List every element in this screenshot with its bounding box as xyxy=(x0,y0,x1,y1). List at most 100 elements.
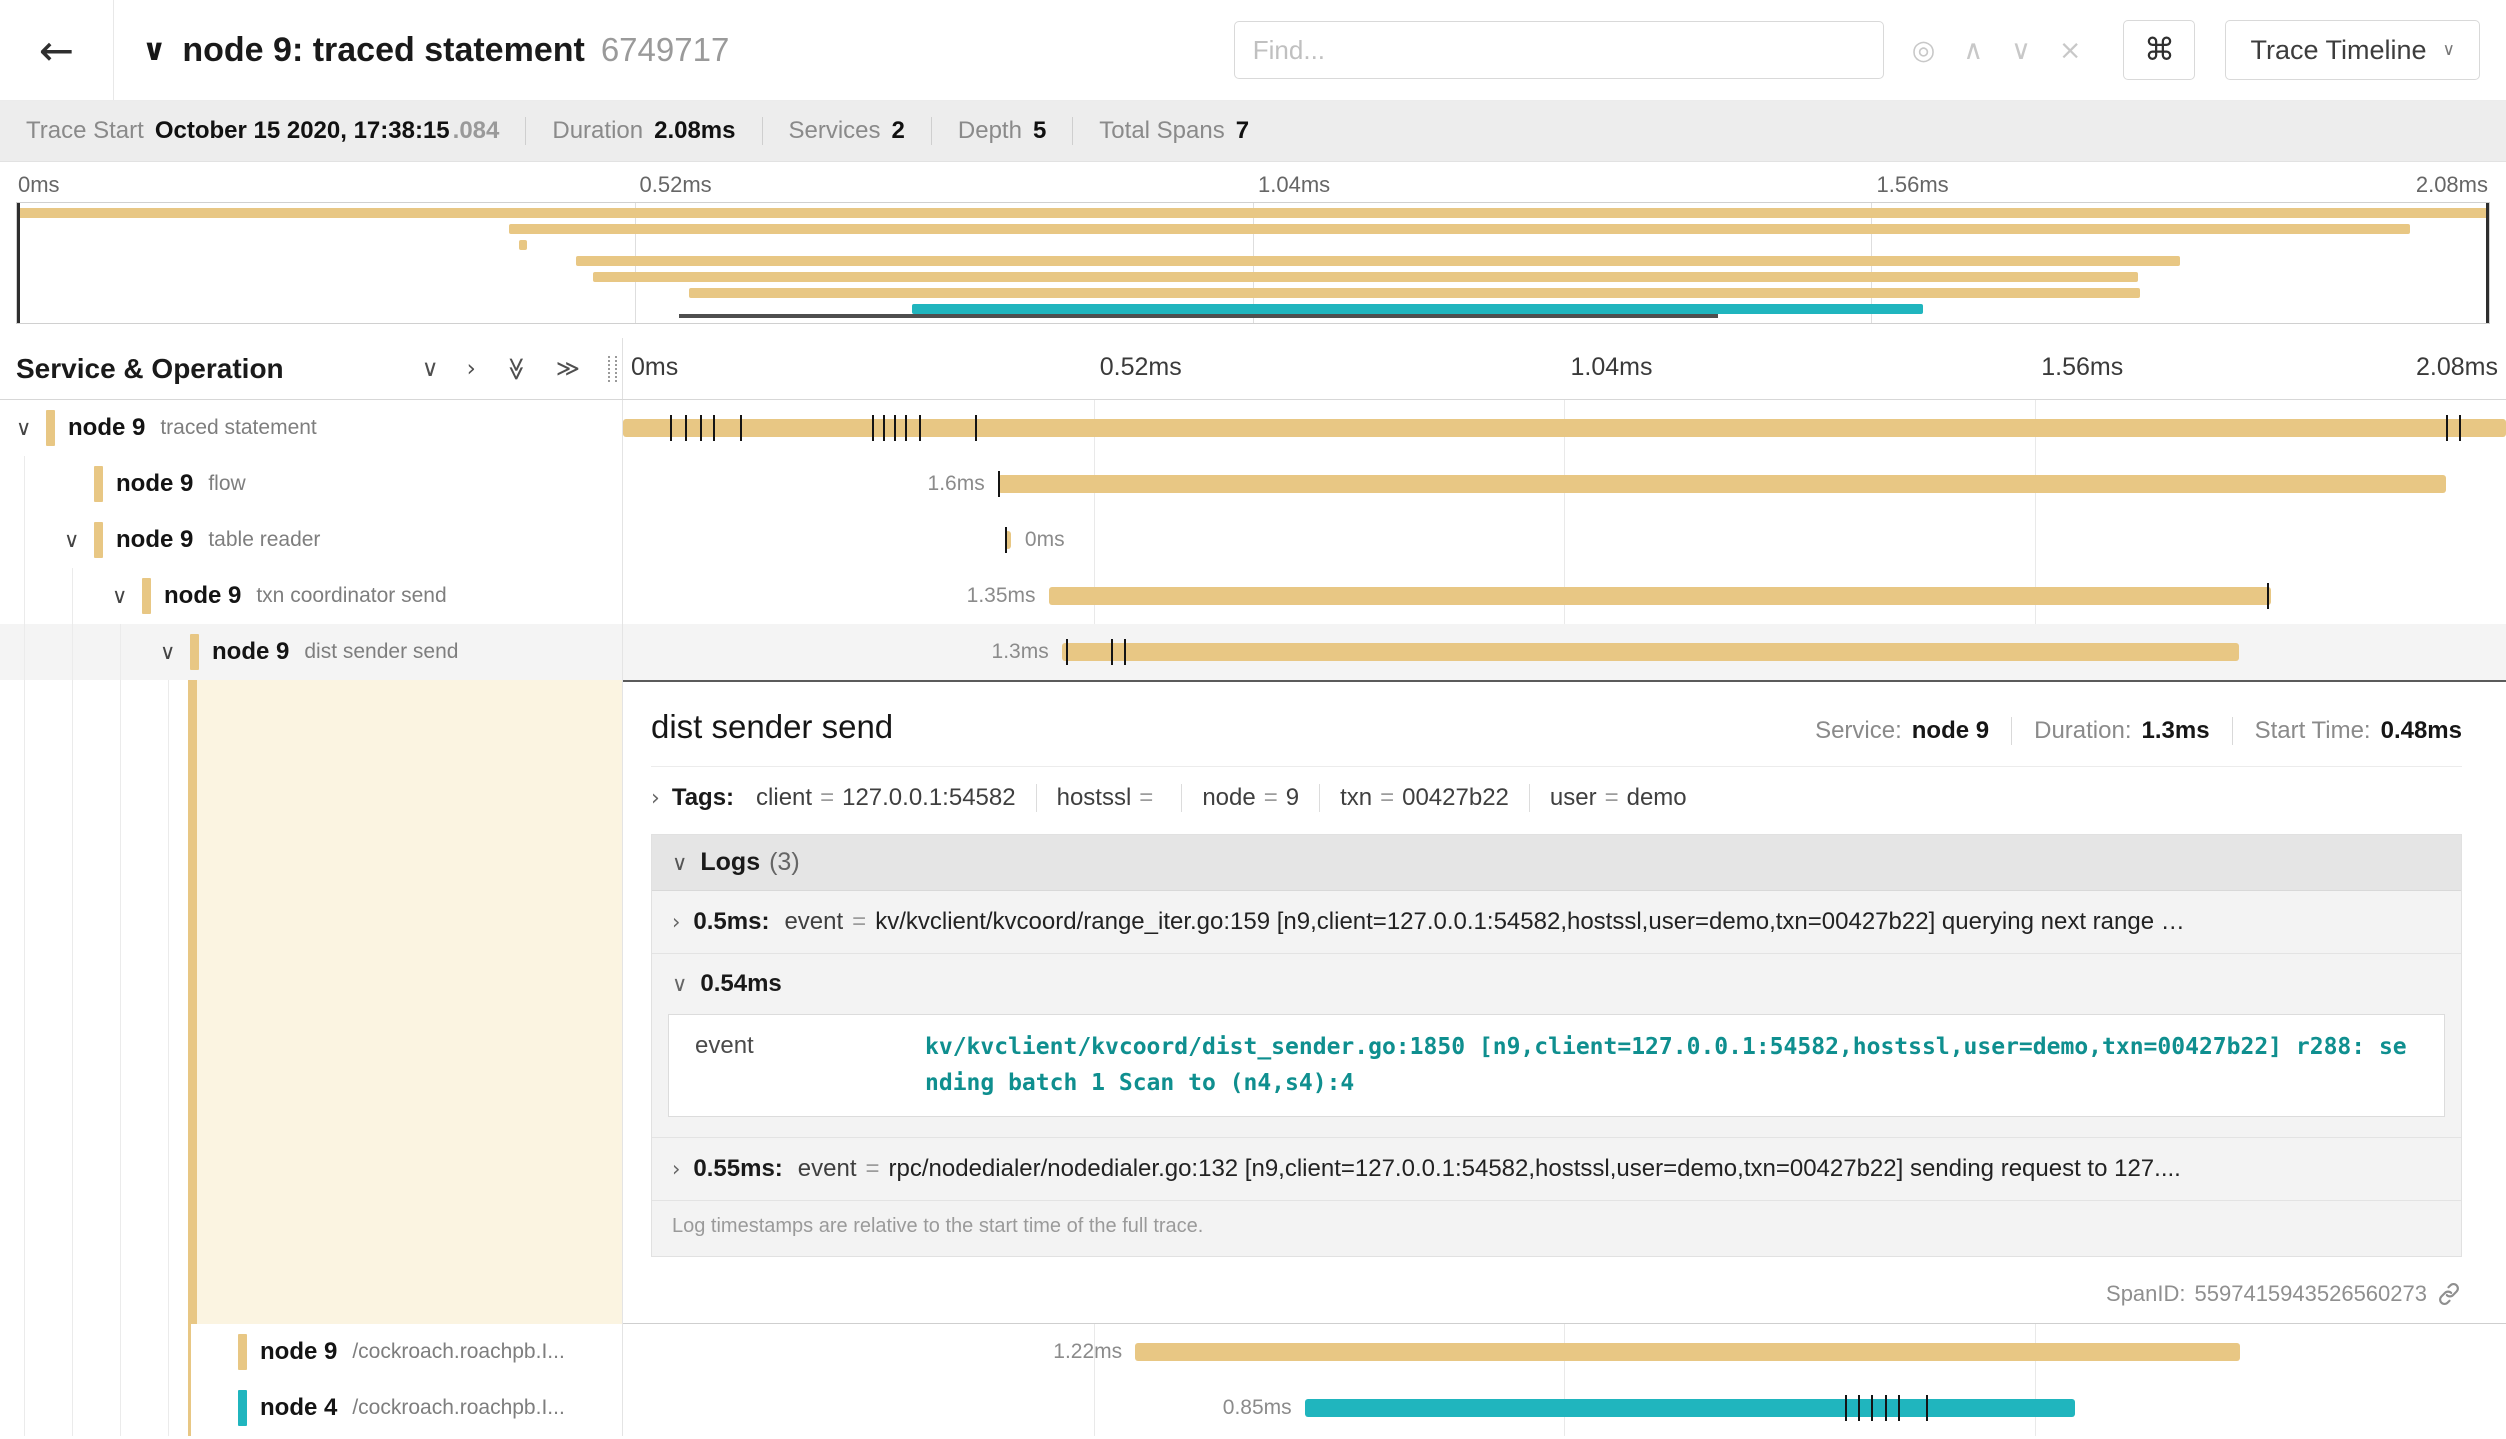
ruler-tick: 2.08ms xyxy=(2416,353,2498,382)
operation-name: flow xyxy=(208,472,245,496)
span-duration-bar[interactable] xyxy=(1135,1343,2240,1361)
expand-chevron-icon[interactable]: ∨ xyxy=(160,640,190,664)
span-name-cell[interactable]: ∨ node 9 txn coordinator send xyxy=(0,568,623,624)
meta-label: Duration: xyxy=(2034,717,2131,745)
summary-label: Total Spans xyxy=(1099,117,1224,145)
span-name-cell[interactable]: ∨ node 9 traced statement xyxy=(0,400,623,456)
tags-expand-chevron-icon[interactable]: › xyxy=(651,786,660,811)
summary-label: Duration xyxy=(552,117,643,145)
find-prev-icon[interactable]: ∧ xyxy=(1963,35,1983,66)
log-marker xyxy=(1885,1395,1887,1421)
tag-item: hostssl= xyxy=(1036,784,1162,812)
span-duration-bar[interactable] xyxy=(998,475,2446,493)
column-resizer[interactable] xyxy=(608,356,617,382)
minimap-span-bar xyxy=(593,272,2138,282)
expand-all-icon[interactable]: ≫ xyxy=(556,356,580,382)
log-marker xyxy=(670,415,672,441)
service-name: node 9 xyxy=(212,638,289,666)
span-duration-label: 1.6ms xyxy=(928,472,985,496)
log-marker xyxy=(740,415,742,441)
viewport-handle-left[interactable] xyxy=(17,203,20,323)
log-entry-collapsed[interactable]: › 0.5ms: event = kv/kvclient/kvcoord/ran… xyxy=(652,891,2461,954)
span-id-footer: SpanID: 5597415943526560273 xyxy=(651,1267,2462,1307)
chevron-down-icon: ∨ xyxy=(2443,40,2455,60)
top-bar: ← ∨ node 9: traced statement 6749717 ◎ ∧… xyxy=(0,0,2506,101)
span-id-value: 5597415943526560273 xyxy=(2195,1281,2427,1307)
service-name: node 9 xyxy=(116,470,193,498)
span-bar-cell[interactable] xyxy=(623,400,2506,456)
indent-guide xyxy=(72,680,73,1324)
span-name-cell[interactable]: node 9 /cockroach.roachpb.I... xyxy=(0,1324,623,1380)
log-entry-expanded-header[interactable]: ∨ 0.54ms xyxy=(652,954,2461,1008)
span-bar-cell[interactable]: 1.3ms xyxy=(623,624,2506,680)
expand-chevron-icon[interactable]: ∨ xyxy=(64,528,94,552)
span-bar-cell[interactable]: 0ms xyxy=(623,512,2506,568)
span-row[interactable]: node 9 /cockroach.roachpb.I... 1.22ms xyxy=(0,1324,2506,1380)
service-operation-title: Service & Operation xyxy=(16,353,284,385)
span-row[interactable]: ∨ node 9 table reader 0ms xyxy=(0,512,2506,568)
span-row-selected[interactable]: ∨ node 9 dist sender send 1.3ms xyxy=(0,624,2506,680)
operation-name: /cockroach.roachpb.I... xyxy=(352,1340,564,1364)
minimap-canvas[interactable] xyxy=(16,202,2490,324)
trace-view-dropdown[interactable]: Trace Timeline ∨ xyxy=(2225,20,2480,80)
expand-chevron-icon[interactable]: ∨ xyxy=(16,416,46,440)
service-name: node 9 xyxy=(116,526,193,554)
service-operation-header: Service & Operation ∨ › ≫ ≫ xyxy=(0,338,623,399)
log-expand-chevron-icon[interactable]: › xyxy=(672,910,680,934)
log-marker xyxy=(919,415,921,441)
span-bar-cell[interactable]: 1.35ms xyxy=(623,568,2506,624)
log-expand-chevron-icon[interactable]: › xyxy=(672,1157,680,1181)
span-row[interactable]: node 4 /cockroach.roachpb.I... 0.85ms xyxy=(0,1380,2506,1436)
span-name-cell[interactable]: ∨ node 9 table reader xyxy=(0,512,623,568)
span-row[interactable]: ∨ node 9 txn coordinator send 1.35ms xyxy=(0,568,2506,624)
tag-item: user=demo xyxy=(1529,784,1687,812)
minimap-tick: 1.04ms xyxy=(1258,172,1330,198)
span-detail-title: dist sender send xyxy=(651,708,893,746)
service-color-bar xyxy=(142,578,151,614)
expand-chevron-icon[interactable]: ∨ xyxy=(112,584,142,608)
summary-total-spans: Total Spans 7 xyxy=(1072,117,1249,145)
log-entry-collapsed[interactable]: › 0.55ms: event = rpc/nodedialer/nodedia… xyxy=(652,1138,2461,1201)
find-clear-icon[interactable]: × xyxy=(2059,35,2082,66)
minimap-span-bar xyxy=(912,304,1923,314)
find-next-icon[interactable]: ∨ xyxy=(2011,35,2031,66)
tag-item: txn=00427b22 xyxy=(1319,784,1509,812)
span-bar-cell[interactable]: 1.22ms xyxy=(623,1324,2506,1380)
trace-collapse-chevron-icon[interactable]: ∨ xyxy=(142,33,166,68)
find-target-icon[interactable]: ◎ xyxy=(1912,35,1936,66)
span-name-cell[interactable]: ∨ node 9 dist sender send xyxy=(0,624,623,680)
span-row[interactable]: node 9 flow 1.6ms xyxy=(0,456,2506,512)
log-kv-table: event kv/kvclient/kvcoord/dist_sender.go… xyxy=(668,1014,2445,1117)
logs-header[interactable]: ∨ Logs (3) xyxy=(652,835,2461,891)
summary-trace-start: Trace Start October 15 2020, 17:38:15 .0… xyxy=(26,117,499,145)
minimap-tick-labels: 0ms 0.52ms 1.04ms 1.56ms 2.08ms xyxy=(16,170,2490,202)
span-detail-panel: dist sender send Service:node 9 Duration… xyxy=(623,680,2506,1324)
span-duration-bar[interactable] xyxy=(1305,1399,2075,1417)
tags-row[interactable]: › Tags: client=127.0.0.1:54582 hostssl= … xyxy=(651,766,2462,812)
span-bar-cell[interactable]: 0.85ms xyxy=(623,1380,2506,1436)
deep-link-icon[interactable] xyxy=(2436,1281,2462,1307)
log-collapse-chevron-icon[interactable]: ∨ xyxy=(672,972,687,996)
keyboard-shortcuts-button[interactable]: ⌘ xyxy=(2123,20,2195,80)
minimap-tick: 0.52ms xyxy=(640,172,712,198)
collapse-one-icon[interactable]: ∨ xyxy=(422,356,439,382)
back-button[interactable]: ← xyxy=(0,0,114,100)
logs-collapse-chevron-icon[interactable]: ∨ xyxy=(672,851,687,875)
log-marker xyxy=(2446,415,2448,441)
find-input[interactable] xyxy=(1234,21,1884,79)
trace-id: 6749717 xyxy=(601,31,729,69)
collapse-all-icon[interactable]: ≫ xyxy=(503,356,529,380)
span-name-cell[interactable]: node 9 flow xyxy=(0,456,623,512)
timeline-column-header: Service & Operation ∨ › ≫ ≫ 0ms 0.52ms 1… xyxy=(0,338,2506,400)
span-duration-bar[interactable] xyxy=(1062,643,2239,661)
span-duration-bar[interactable] xyxy=(1049,587,2271,605)
expand-one-icon[interactable]: › xyxy=(467,356,476,382)
span-name-cell[interactable]: node 4 /cockroach.roachpb.I... xyxy=(0,1380,623,1436)
span-bar-cell[interactable]: 1.6ms xyxy=(623,456,2506,512)
selected-span-children-highlight xyxy=(188,680,622,1324)
span-row[interactable]: ∨ node 9 traced statement xyxy=(0,400,2506,456)
viewport-handle-right[interactable] xyxy=(2486,203,2489,323)
log-marker xyxy=(713,415,715,441)
meta-value: 0.48ms xyxy=(2381,717,2462,745)
tag-item: node=9 xyxy=(1181,784,1299,812)
